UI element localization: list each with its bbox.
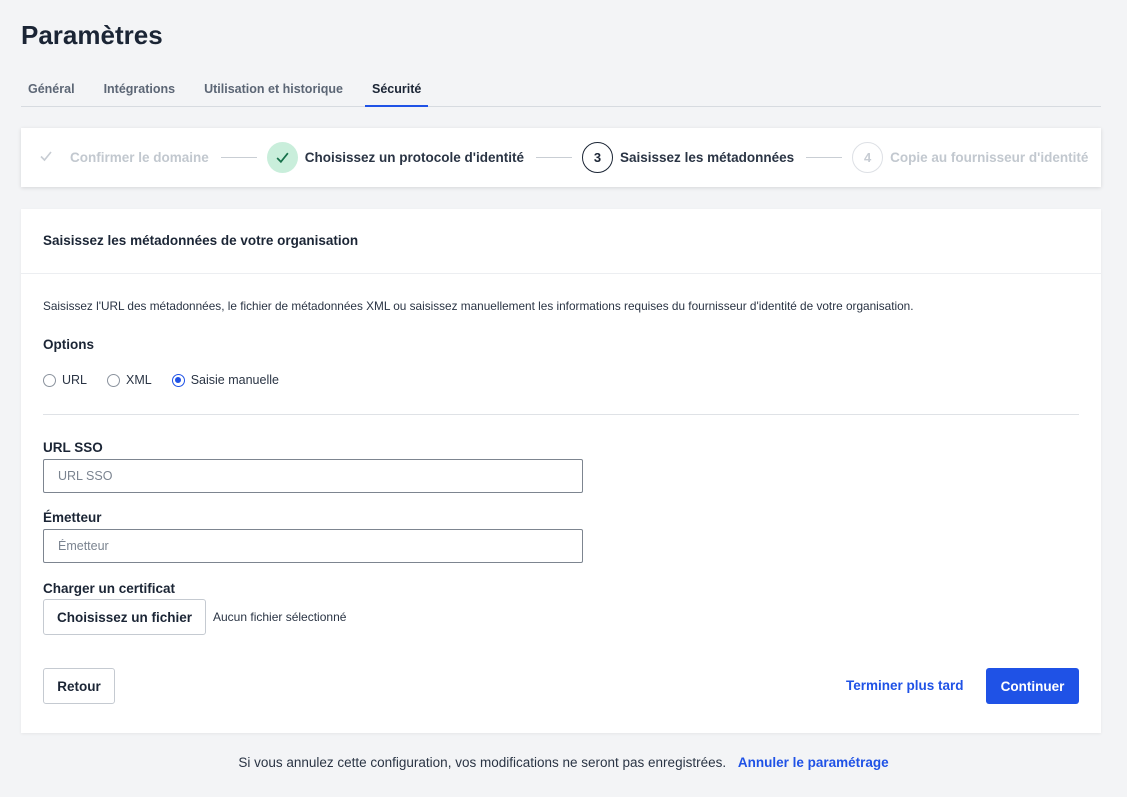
settings-tabs: Général Intégrations Utilisation et hist… [21,78,1101,107]
issuer-label: Émetteur [43,510,102,525]
file-status: Aucun fichier sélectionné [213,610,347,624]
tab-integrations[interactable]: Intégrations [97,78,183,107]
finish-later-link[interactable]: Terminer plus tard [846,678,964,693]
step-confirm-domain: Confirmer le domaine [39,149,209,167]
sso-url-label: URL SSO [43,440,103,455]
step-number: 3 [582,142,614,173]
step-label: Saisissez les métadonnées [620,150,795,165]
options-label: Options [43,337,94,352]
radio-xml[interactable]: XML [107,373,152,387]
step-label: Choisissez un protocole d'identité [304,150,525,165]
step-copy-provider: 4 Copie au fournisseur d'identité [852,142,1088,173]
tab-usage-history[interactable]: Utilisation et historique [197,78,350,107]
step-identity-protocol: Choisissez un protocole d'identité [266,142,525,173]
radio-button[interactable] [43,373,56,387]
issuer-input[interactable] [43,529,583,563]
radio-label: XML [126,373,152,387]
step-label: Copie au fournisseur d'identité [890,150,1089,165]
radio-url[interactable]: URL [43,373,87,387]
card-title: Saisissez les métadonnées de votre organ… [21,209,1101,274]
step-connector [806,157,843,158]
footer-text: Si vous annulez cette configuration, vos… [238,755,727,770]
sso-url-input[interactable] [43,459,583,493]
step-metadata: 3 Saisissez les métadonnées [582,142,794,173]
divider [43,414,1079,415]
tab-general[interactable]: Général [21,78,82,107]
metadata-card: Saisissez les métadonnées de votre organ… [21,209,1101,733]
certificate-label: Charger un certificat [43,581,176,596]
card-description: Saisissez l'URL des métadonnées, le fich… [43,299,914,313]
options-radio-group: URL XML Saisie manuelle [43,373,299,387]
radio-button[interactable] [107,373,121,387]
step-label: Confirmer le domaine [70,150,209,165]
setup-stepper: Confirmer le domaine Choisissez un proto… [21,128,1101,187]
tab-security[interactable]: Sécurité [365,78,429,107]
step-connector [536,157,573,158]
step-connector [220,157,257,158]
radio-manual-entry[interactable]: Saisie manuelle [171,373,279,387]
check-icon [266,142,298,173]
continue-button[interactable]: Continuer [986,668,1079,704]
check-icon [39,149,53,167]
radio-label: URL [62,373,88,387]
page-title: Paramètres [21,20,163,50]
choose-file-button[interactable]: Choisissez un fichier [43,599,206,635]
cancel-setup-link[interactable]: Annuler le paramétrage [738,755,889,770]
radio-label: Saisie manuelle [190,373,279,387]
back-button[interactable]: Retour [43,668,115,704]
step-number: 4 [852,142,884,173]
radio-button[interactable] [171,373,185,387]
footer: Si vous annulez cette configuration, vos… [0,755,1127,770]
